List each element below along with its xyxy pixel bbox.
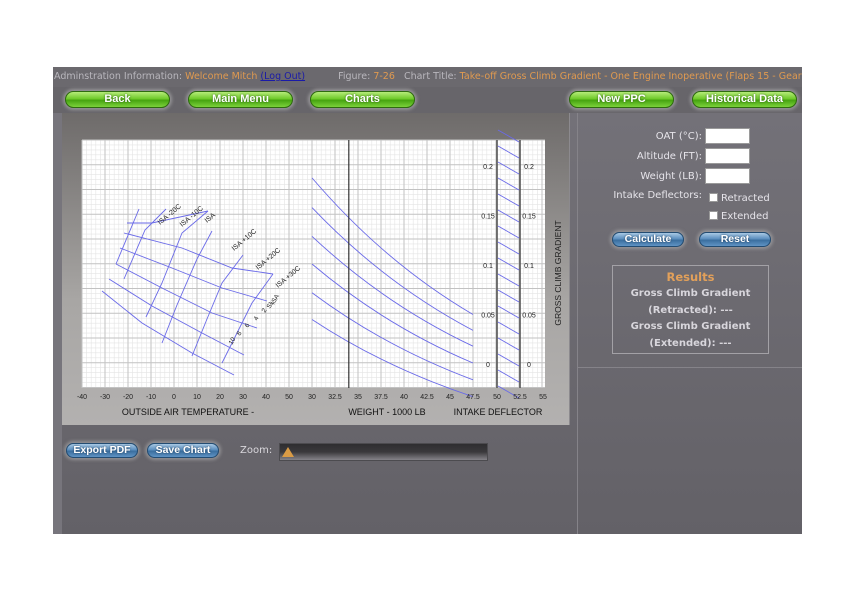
reset-button[interactable]: Reset bbox=[699, 232, 771, 247]
result-retracted-label: Gross Climb Gradient bbox=[630, 288, 751, 299]
x-tick-label-weight: 40 bbox=[400, 394, 408, 401]
x-tick-label-weight: 42.5 bbox=[420, 394, 434, 401]
x-tick-label-weight: 37.5 bbox=[374, 394, 388, 401]
x-tick-label-temperature: 0 bbox=[172, 394, 176, 401]
results-title: Results bbox=[666, 270, 715, 284]
x-tick-label-weight: 32.5 bbox=[328, 394, 342, 401]
intake-deflectors-label: Intake Deflectors: bbox=[613, 190, 702, 201]
charts-button[interactable]: Charts bbox=[310, 91, 415, 108]
x-tick-label-deflector: 55 bbox=[539, 394, 547, 401]
y-axis-title: GROSS CLIMB GRADIENT bbox=[553, 220, 563, 325]
x-tick-label-weight: 47.5 bbox=[466, 394, 480, 401]
x-tick-label-temperature: -10 bbox=[146, 394, 156, 401]
altitude-input[interactable] bbox=[705, 148, 750, 164]
logout-link[interactable]: (Log Out) bbox=[260, 71, 305, 82]
zoom-slider[interactable] bbox=[279, 443, 488, 461]
extended-checkbox[interactable] bbox=[709, 211, 718, 220]
y-tick-label: 0.05 bbox=[522, 313, 536, 320]
welcome-text: Welcome Mitch bbox=[185, 71, 261, 82]
result-retracted-value: (Retracted): --- bbox=[648, 304, 733, 316]
x-tick-label-temperature: -30 bbox=[100, 394, 110, 401]
chart-panel: ISA -20C ISA -10C ISA ISA +10C ISA +20C ISA +… bbox=[62, 113, 570, 425]
x-tick-label-weight: 35 bbox=[354, 394, 362, 401]
y-tick-label: 0.2 bbox=[483, 164, 493, 171]
weight-label: Weight (LB): bbox=[640, 171, 702, 182]
chart-svg: ISA -20CISA -10C ISAISA +10CISA +20CISA +… bbox=[77, 129, 563, 417]
panel-divider bbox=[577, 367, 802, 368]
y-tick-label: 0.05 bbox=[481, 313, 495, 320]
y-tick-label: 0.15 bbox=[481, 214, 495, 221]
x-tick-label-deflector: 52.5 bbox=[513, 394, 527, 401]
x-tick-label-temperature: 50 bbox=[285, 394, 293, 401]
altitude-label: Altitude (FT): bbox=[636, 151, 702, 162]
nav-bar: Back Main Menu Charts New PPC Historical… bbox=[53, 87, 802, 113]
x-tick-label-deflector: 50 bbox=[493, 394, 501, 401]
y-tick-label: 0 bbox=[527, 362, 531, 369]
zoom-label: Zoom: bbox=[240, 445, 273, 456]
y-tick-label: 0.15 bbox=[522, 214, 536, 221]
x-tick-label-temperature: 20 bbox=[216, 394, 224, 401]
x-tick-label-temperature: 40 bbox=[262, 394, 270, 401]
calculator-panel: OAT (°C): Altitude (FT): Weight (LB): In… bbox=[577, 113, 802, 534]
figure-value: 7-26 bbox=[373, 71, 395, 82]
x-tick-label-temperature: 30 bbox=[239, 394, 247, 401]
app-window: Adminstration Information: Welcome Mitch… bbox=[53, 67, 802, 534]
oat-label: OAT (°C): bbox=[655, 131, 702, 142]
x-tick-label-temperature: 10 bbox=[193, 394, 201, 401]
y-tick-label: 0.2 bbox=[524, 164, 534, 171]
back-button[interactable]: Back bbox=[65, 91, 170, 108]
calculate-button[interactable]: Calculate bbox=[612, 232, 684, 247]
extended-label: Extended bbox=[721, 211, 769, 222]
x-tick-label-temperature: -20 bbox=[123, 394, 133, 401]
weight-input[interactable] bbox=[705, 168, 750, 184]
retracted-checkbox[interactable] bbox=[709, 193, 718, 202]
chart-title-value: Take-off Gross Climb Gradient - One Engi… bbox=[459, 71, 802, 82]
x-tick-label-weight: 45 bbox=[446, 394, 454, 401]
figure-label: Figure: bbox=[338, 71, 374, 82]
info-bar: Adminstration Information: Welcome Mitch… bbox=[53, 67, 802, 87]
y-tick-label: 0 bbox=[486, 362, 490, 369]
left-edge bbox=[53, 113, 62, 534]
x-axis-title-deflector: INTAKE DEFLECTOR bbox=[454, 407, 543, 417]
x-tick-label-weight: 30 bbox=[308, 394, 316, 401]
oat-input[interactable] bbox=[705, 128, 750, 144]
main-menu-button[interactable]: Main Menu bbox=[188, 91, 293, 108]
x-axis-title-weight: WEIGHT - 1000 LB bbox=[348, 407, 425, 417]
x-tick-label-temperature: -40 bbox=[77, 394, 87, 401]
y-tick-label: 0.1 bbox=[524, 263, 534, 270]
retracted-label: Retracted bbox=[721, 193, 770, 204]
save-chart-button[interactable]: Save Chart bbox=[147, 443, 219, 458]
x-axis-title-temperature: OUTSIDE AIR TEMPERATURE - bbox=[122, 407, 254, 417]
export-pdf-button[interactable]: Export PDF bbox=[66, 443, 138, 458]
results-box: Results Gross Climb Gradient (Retracted)… bbox=[612, 265, 769, 354]
new-ppc-button[interactable]: New PPC bbox=[569, 91, 674, 108]
chart-title-label: Chart Title: bbox=[403, 71, 460, 82]
y-tick-label: 0.1 bbox=[483, 263, 493, 270]
zoom-slider-thumb[interactable] bbox=[282, 447, 294, 457]
result-extended-label: Gross Climb Gradient bbox=[630, 321, 751, 332]
result-extended-value: (Extended): --- bbox=[649, 337, 732, 349]
admin-label: Adminstration Information: bbox=[54, 71, 186, 82]
historical-data-button[interactable]: Historical Data bbox=[692, 91, 797, 108]
